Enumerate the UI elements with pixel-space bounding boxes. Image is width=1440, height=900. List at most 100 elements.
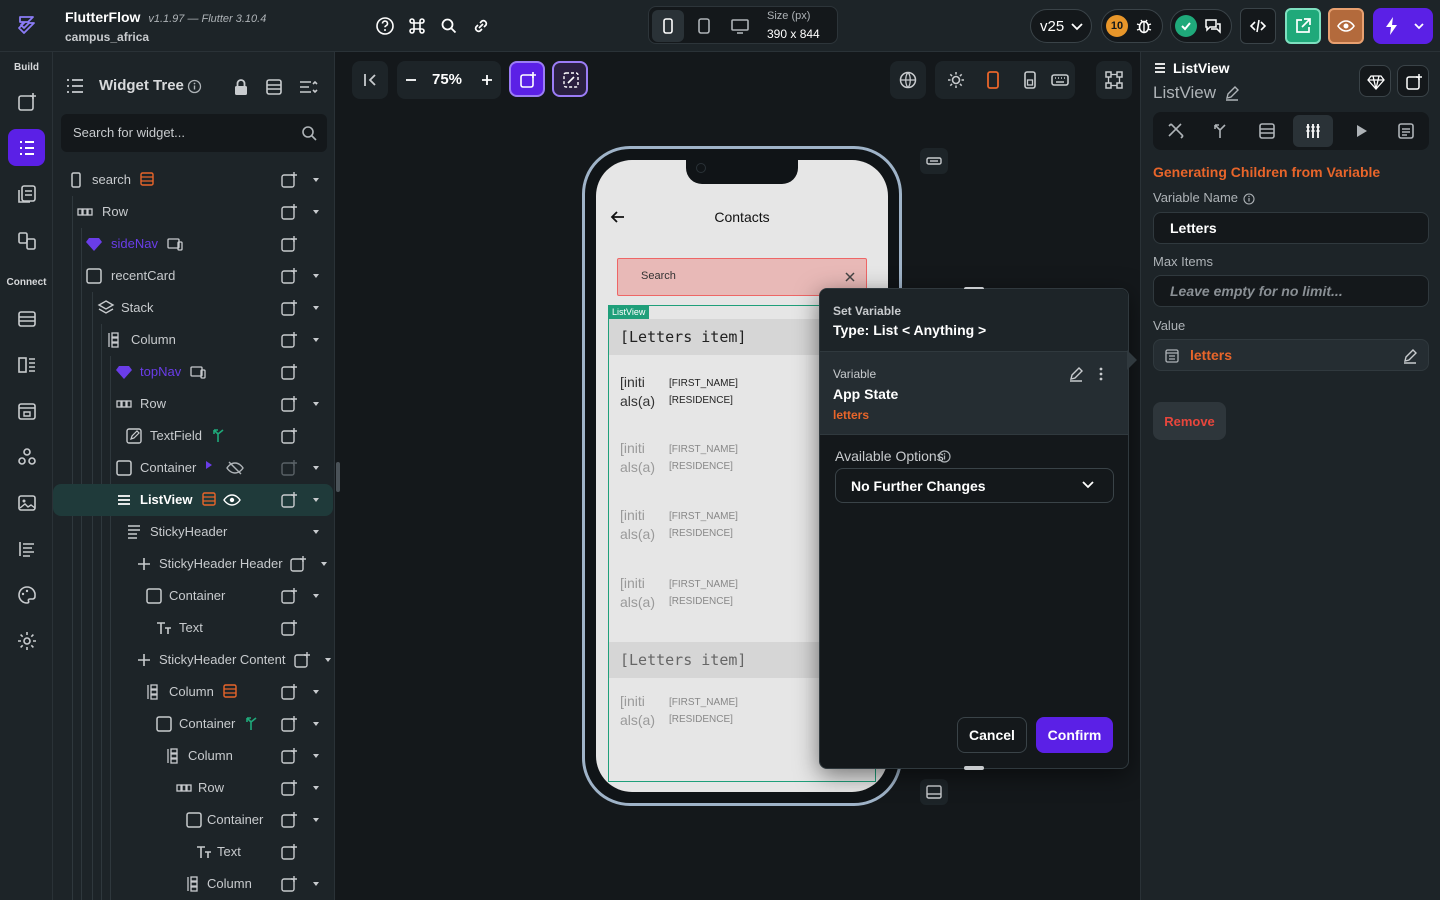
- expand-caret-icon[interactable]: [311, 400, 321, 408]
- wrap-widget-icon[interactable]: [289, 555, 307, 573]
- search-icon[interactable]: [433, 10, 465, 42]
- status-bar-toggle[interactable]: [920, 148, 948, 174]
- tab-backend-query-icon[interactable]: [1257, 121, 1277, 141]
- wrap-widget-icon[interactable]: [280, 395, 298, 413]
- wrap-widget-icon[interactable]: [280, 235, 298, 253]
- components-icon[interactable]: [8, 222, 45, 259]
- contact-list-item[interactable]: [initi als(a) [FIRST_NAME] [RESIDENCE]: [609, 499, 809, 547]
- wrap-widget-icon[interactable]: [280, 171, 298, 189]
- expand-caret-icon[interactable]: [311, 208, 321, 216]
- tree-row[interactable]: Column: [53, 676, 335, 708]
- tab-generate-children[interactable]: [1293, 115, 1333, 147]
- graph-view-button[interactable]: [1096, 61, 1132, 99]
- resize-handle-bottom[interactable]: [964, 766, 984, 770]
- tablet-device-icon[interactable]: [688, 10, 720, 42]
- tree-row[interactable]: Row: [53, 772, 335, 804]
- help-icon[interactable]: [369, 10, 401, 42]
- expand-caret-icon[interactable]: [311, 176, 321, 184]
- wrap-widget-icon[interactable]: [280, 715, 298, 733]
- preview-eye-icon[interactable]: [1328, 8, 1364, 44]
- contact-list-item[interactable]: [initi als(a) [FIRST_NAME] [RESIDENCE]: [609, 685, 809, 733]
- wrap-widget-icon[interactable]: [280, 843, 298, 861]
- expand-caret-icon[interactable]: [311, 816, 321, 824]
- custom-code-icon[interactable]: [8, 438, 45, 475]
- contact-list-item[interactable]: [initi als(a) [FIRST_NAME] [RESIDENCE]: [609, 432, 809, 480]
- backend-query-icon[interactable]: [139, 171, 157, 189]
- tree-row[interactable]: Text: [53, 836, 335, 868]
- tree-filter-icon[interactable]: [298, 78, 318, 96]
- portrait-orientation-icon[interactable]: [984, 70, 1002, 90]
- lock-icon[interactable]: [233, 78, 249, 96]
- expand-caret-icon[interactable]: [311, 304, 321, 312]
- magic-select-button[interactable]: [552, 61, 588, 97]
- open-external-icon[interactable]: [1285, 8, 1321, 44]
- zoom-in-icon[interactable]: [480, 73, 494, 87]
- wrap-widget-icon[interactable]: [280, 331, 298, 349]
- wrap-widget-icon[interactable]: [280, 779, 298, 797]
- tree-row[interactable]: Container: [53, 580, 335, 612]
- wrap-widget-icon[interactable]: [280, 683, 298, 701]
- expand-caret-icon[interactable]: [311, 784, 321, 792]
- add-widget-mode-button[interactable]: [509, 61, 545, 97]
- wrap-widget-icon[interactable]: [280, 587, 298, 605]
- widget-search-input[interactable]: Search for widget...: [61, 114, 327, 152]
- edit-icon[interactable]: [1402, 348, 1418, 364]
- wrap-widget-icon[interactable]: [280, 747, 298, 765]
- tree-row[interactable]: recentCard: [53, 260, 335, 292]
- bug-icon[interactable]: [1128, 10, 1160, 42]
- hidden-eye-icon[interactable]: [226, 459, 244, 477]
- tree-row[interactable]: Column: [53, 868, 335, 900]
- expand-caret-icon[interactable]: [311, 752, 321, 760]
- check-status-icon[interactable]: [1175, 15, 1197, 37]
- remove-button[interactable]: Remove: [1153, 402, 1226, 440]
- wrap-widget-icon[interactable]: [280, 619, 298, 637]
- expand-caret-icon[interactable]: [323, 656, 333, 664]
- code-view-icon[interactable]: [1240, 8, 1276, 44]
- info-icon[interactable]: [1243, 193, 1255, 205]
- widget-name[interactable]: ListView: [1153, 83, 1216, 103]
- database-icon[interactable]: [8, 300, 45, 337]
- wrap-widget-icon[interactable]: [280, 459, 298, 477]
- responsive-icon[interactable]: [189, 363, 207, 381]
- localization-icon[interactable]: [8, 530, 45, 567]
- expand-caret-icon[interactable]: [311, 336, 321, 344]
- tree-row[interactable]: Text: [53, 612, 335, 644]
- app-state-icon[interactable]: [8, 392, 45, 429]
- safe-area-icon[interactable]: [1021, 70, 1039, 90]
- expand-caret-icon[interactable]: [311, 464, 321, 472]
- zoom-out-icon[interactable]: [404, 73, 418, 87]
- backend-query-icon[interactable]: [201, 491, 219, 509]
- settings-icon[interactable]: [8, 622, 45, 659]
- tree-row[interactable]: TextField: [53, 420, 335, 452]
- tree-row[interactable]: ListView: [53, 484, 333, 516]
- light-mode-icon[interactable]: [946, 70, 966, 90]
- tree-row[interactable]: StickyHeader Header: [53, 548, 335, 580]
- wrap-widget-icon[interactable]: [280, 203, 298, 221]
- tree-row[interactable]: topNav: [53, 356, 335, 388]
- link-icon[interactable]: [465, 10, 497, 42]
- responsive-icon[interactable]: [166, 235, 184, 253]
- wrap-widget-icon[interactable]: [280, 875, 298, 893]
- wrap-widget-icon[interactable]: [280, 363, 298, 381]
- info-icon[interactable]: [938, 450, 951, 463]
- wrap-widget-icon[interactable]: [280, 427, 298, 445]
- wrap-widget-icon[interactable]: [280, 267, 298, 285]
- expand-caret-icon[interactable]: [311, 880, 321, 888]
- expand-caret-icon[interactable]: [311, 592, 321, 600]
- tree-row[interactable]: Row: [53, 388, 335, 420]
- contact-list-item[interactable]: [initi als(a) [FIRST_NAME] [RESIDENCE]: [609, 366, 809, 414]
- flutterflow-logo-icon[interactable]: [14, 12, 40, 38]
- api-calls-icon[interactable]: [8, 346, 45, 383]
- tree-scrollbar[interactable]: [336, 462, 340, 492]
- tree-row[interactable]: StickyHeader: [53, 516, 335, 548]
- warning-count-badge[interactable]: 10: [1106, 15, 1128, 37]
- expand-caret-icon[interactable]: [311, 272, 321, 280]
- collapse-all-icon[interactable]: [265, 78, 283, 96]
- project-name[interactable]: campus_africa: [65, 30, 149, 44]
- action-icon[interactable]: [243, 715, 261, 733]
- phone-device-icon[interactable]: [652, 10, 684, 42]
- collapse-panel-button[interactable]: [352, 61, 388, 99]
- command-icon[interactable]: [401, 10, 433, 42]
- version-dropdown[interactable]: v25: [1030, 9, 1092, 43]
- expand-caret-icon[interactable]: [311, 688, 321, 696]
